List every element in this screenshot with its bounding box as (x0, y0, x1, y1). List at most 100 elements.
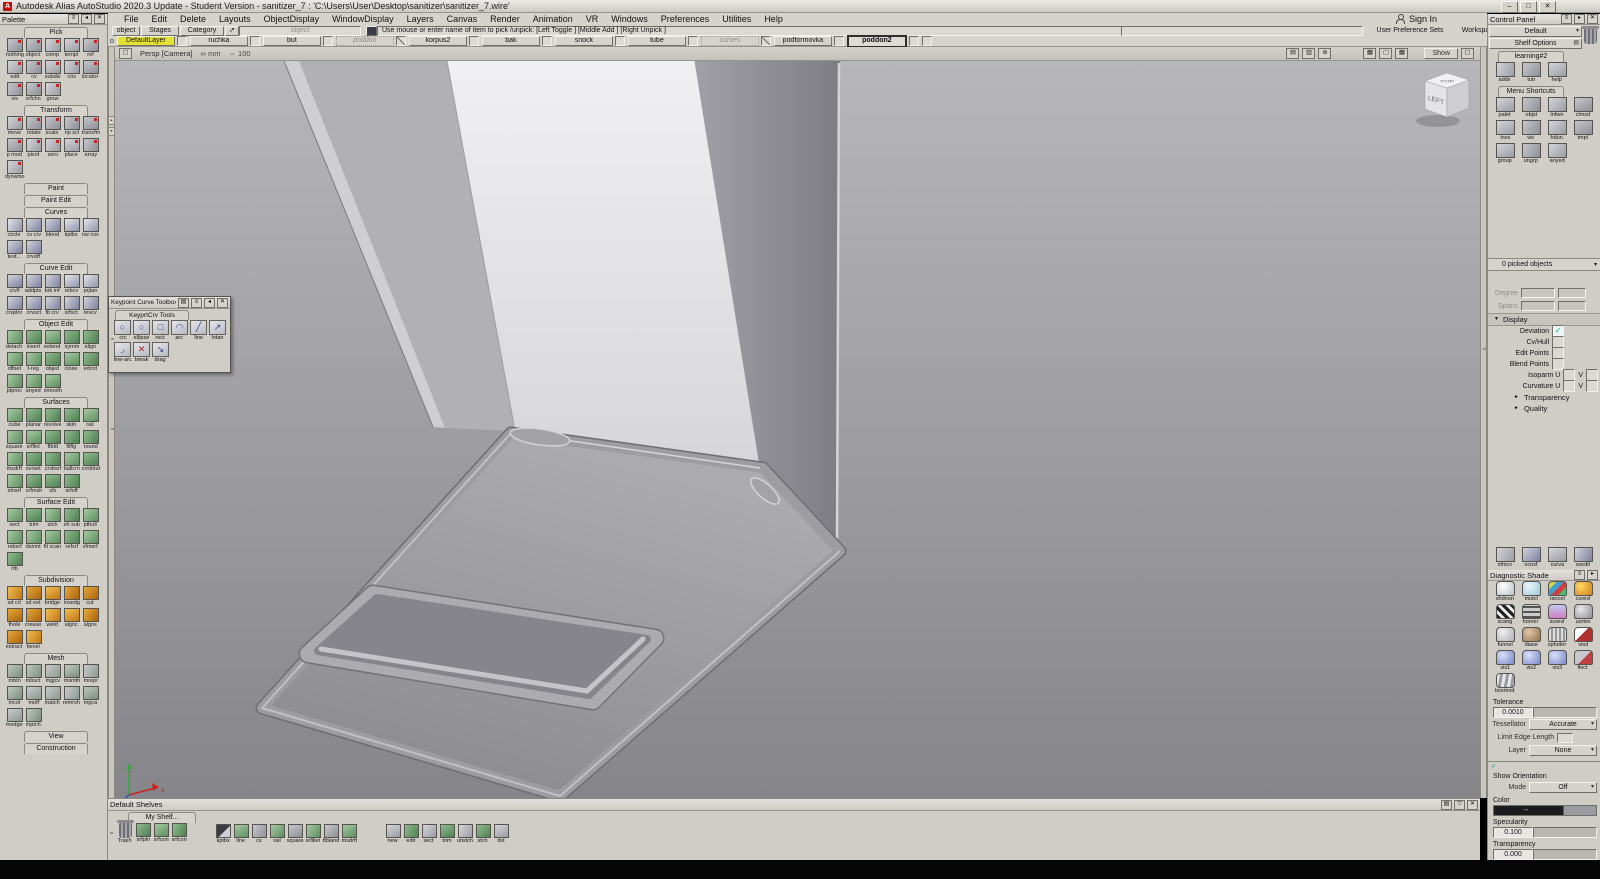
layer-button-but[interactable]: but (263, 36, 321, 46)
kpt-tools-tab[interactable]: KeyprtCrv Tools (115, 310, 189, 320)
diag-tool-vis3[interactable]: vis3 (1544, 650, 1570, 672)
diag-tool-funnel[interactable]: funnel (1492, 627, 1518, 649)
palette-tool-crvoff[interactable]: crvoff (24, 240, 43, 261)
shelves-header[interactable]: Default Shelves ▤ ▽ ✕ (108, 799, 1480, 811)
shelf-tool-line[interactable]: line (232, 824, 250, 845)
shortcut-objst[interactable]: objst (1518, 97, 1544, 119)
menu-delete[interactable]: Delete (180, 14, 206, 24)
menu-render[interactable]: Render (490, 14, 520, 24)
checkbox-curvature-u[interactable] (1563, 380, 1575, 392)
palette-tool-vis[interactable]: vis (5, 82, 24, 103)
palette-tool-kptbx[interactable]: kptbx (62, 218, 81, 239)
camera-label[interactable]: Persp [Camera] (140, 49, 193, 58)
layer-checkbox-tube[interactable] (688, 36, 698, 46)
menu-preferences[interactable]: Preferences (661, 14, 710, 24)
shelf-tool-ftbland[interactable]: ftbland (322, 824, 340, 845)
my-shelf-tab[interactable]: My Shelf... (128, 812, 196, 823)
view-panel-icon[interactable]: ▢ (119, 48, 132, 59)
palette-tab-curves[interactable]: Curves (24, 207, 88, 218)
diag-tool-curevl[interactable]: curevl (1570, 581, 1596, 603)
shelves-grid-icon[interactable]: ▤ (1441, 800, 1452, 810)
palette-tool-cv[interactable]: cv (24, 60, 43, 81)
menu-help[interactable]: Help (764, 14, 783, 24)
cp-close-icon[interactable]: ✕ (1587, 14, 1598, 24)
diag-tool-rancol[interactable]: rancol (1544, 581, 1570, 603)
palette-tab-paint-edit[interactable]: Paint Edit (24, 195, 88, 206)
viewport-resize-handle[interactable] (1469, 787, 1478, 796)
gutter-up-icon[interactable]: ▴ (108, 116, 115, 125)
viewport-canvas[interactable]: x TOP LEFT (115, 61, 1480, 798)
cp-shelf-tool-help[interactable]: help (1544, 62, 1570, 84)
layer-checkbox-bak[interactable] (542, 36, 552, 46)
quick-tool-xfmcv[interactable]: xfmcv (1492, 547, 1518, 569)
palette-tab-subdivision[interactable]: Subdivision (24, 575, 88, 586)
shelves-close-icon[interactable]: ✕ (1467, 800, 1478, 810)
palette-tool-blend[interactable]: blend (43, 218, 62, 239)
palette-tool-np-scl[interactable]: np scl (62, 116, 81, 137)
palette-tool-srfsct[interactable]: srfsct (62, 296, 81, 317)
palette-tool-dynamo[interactable]: dynamo (5, 160, 24, 181)
diag-tool-scang[interactable]: scang (1492, 604, 1518, 626)
layer-checkbox-snock[interactable] (615, 36, 625, 46)
palette-tool-srfmsh[interactable]: srfmsh (24, 474, 43, 495)
layer-button-tube[interactable]: tube (628, 36, 686, 46)
palette-tab-object-edit[interactable]: Object Edit (24, 319, 88, 330)
trash-icon[interactable] (1584, 29, 1597, 44)
kpt-tool-ellipse[interactable]: ○ellipse (132, 320, 151, 342)
shortcut-hdun[interactable]: hdun (1544, 120, 1570, 142)
palette-tool-transfm[interactable]: transfm (81, 116, 100, 137)
palette-list-icon[interactable]: ≡ (68, 14, 79, 24)
shelf-tool-stch[interactable]: stch (474, 824, 492, 845)
menu-layouts[interactable]: Layouts (219, 14, 251, 24)
palette-tool-insedg[interactable]: insedg (62, 586, 81, 607)
shelf-tool-edit[interactable]: edit (402, 824, 420, 845)
palette-tool-skin[interactable]: skin (62, 408, 81, 429)
specularity-input[interactable]: 0.100 (1493, 827, 1533, 838)
palette-tool-srfchn[interactable]: srfchn (24, 82, 43, 103)
palette-tool-stch[interactable]: stch (43, 508, 62, 529)
shortcut-infwn[interactable]: infwn (1544, 97, 1570, 119)
palette-tool-mgca[interactable]: mgca (81, 686, 100, 707)
kpt-tool-break[interactable]: ✕break (132, 342, 151, 364)
menu-objectdisplay[interactable]: ObjectDisplay (264, 14, 320, 24)
palette-tool-t-reg[interactable]: t-reg (24, 352, 43, 373)
palette-tool-detach[interactable]: detach (5, 330, 24, 351)
palette-tool-mbtn[interactable]: mbtn (5, 664, 24, 685)
menu-layers[interactable]: Layers (407, 14, 434, 24)
diag-tool-diase[interactable]: diase (1518, 627, 1544, 649)
layer-checkbox-ruchka[interactable] (250, 36, 260, 46)
palette-tool-circle[interactable]: circle (5, 218, 24, 239)
palette-tool-rebcv[interactable]: rebcv (62, 274, 81, 295)
diag-tool-vis1[interactable]: vis1 (1492, 650, 1518, 672)
palette-tab-mesh[interactable]: Mesh (24, 653, 88, 664)
diag-tool-xphotor[interactable]: xphotor (1544, 627, 1570, 649)
palette-tool-zero[interactable]: zero (43, 138, 62, 159)
palette-tab-view[interactable]: View (24, 731, 88, 742)
layer-extra-checkbox[interactable] (922, 36, 932, 46)
palette-tool-nw-cos[interactable]: nw cos (81, 218, 100, 239)
palette-tool-addpts[interactable]: addpts (24, 274, 43, 295)
specularity-slider[interactable] (1533, 827, 1597, 838)
shortcut-group[interactable]: group (1492, 143, 1518, 165)
palette-close-icon[interactable]: ✕ (94, 14, 105, 24)
palette-tool-crease[interactable]: crease (24, 608, 43, 629)
palette-tool-templ[interactable]: templ (62, 38, 81, 59)
kpt-collapse-icon[interactable]: ◂ (204, 298, 215, 308)
section-transparency[interactable]: ►Transparency (1488, 392, 1600, 403)
shelf-tool-srfcon[interactable]: srfcon (152, 823, 170, 845)
diag-tool-shdnon[interactable]: shdnon (1492, 581, 1518, 603)
picked-objects-bar[interactable]: 0 picked objects ▾ (1488, 258, 1600, 271)
quick-tool-xsedit[interactable]: xsedit (1570, 547, 1596, 569)
degree-field-1[interactable] (1521, 288, 1555, 298)
palette-tool-rail[interactable]: rail (81, 408, 100, 429)
palette-tool-bridge[interactable]: bridge (43, 586, 62, 607)
layer-button-korpus2[interactable]: korpus2 (409, 36, 467, 46)
palette-tool-pivot[interactable]: pivot (24, 138, 43, 159)
palette-tab-pick[interactable]: Pick (24, 27, 88, 38)
palette-tool-cv-crv[interactable]: cv crv (24, 218, 43, 239)
palette-tool-dsmnt[interactable]: dsmnt (24, 530, 43, 551)
palette-tool-smooth[interactable]: smooth (43, 374, 62, 395)
palette-tool-grow[interactable]: grow (43, 82, 62, 103)
layout-quad-icon[interactable]: ▦ (1363, 48, 1376, 59)
shortcut-ungrp[interactable]: ungrp (1518, 143, 1544, 165)
